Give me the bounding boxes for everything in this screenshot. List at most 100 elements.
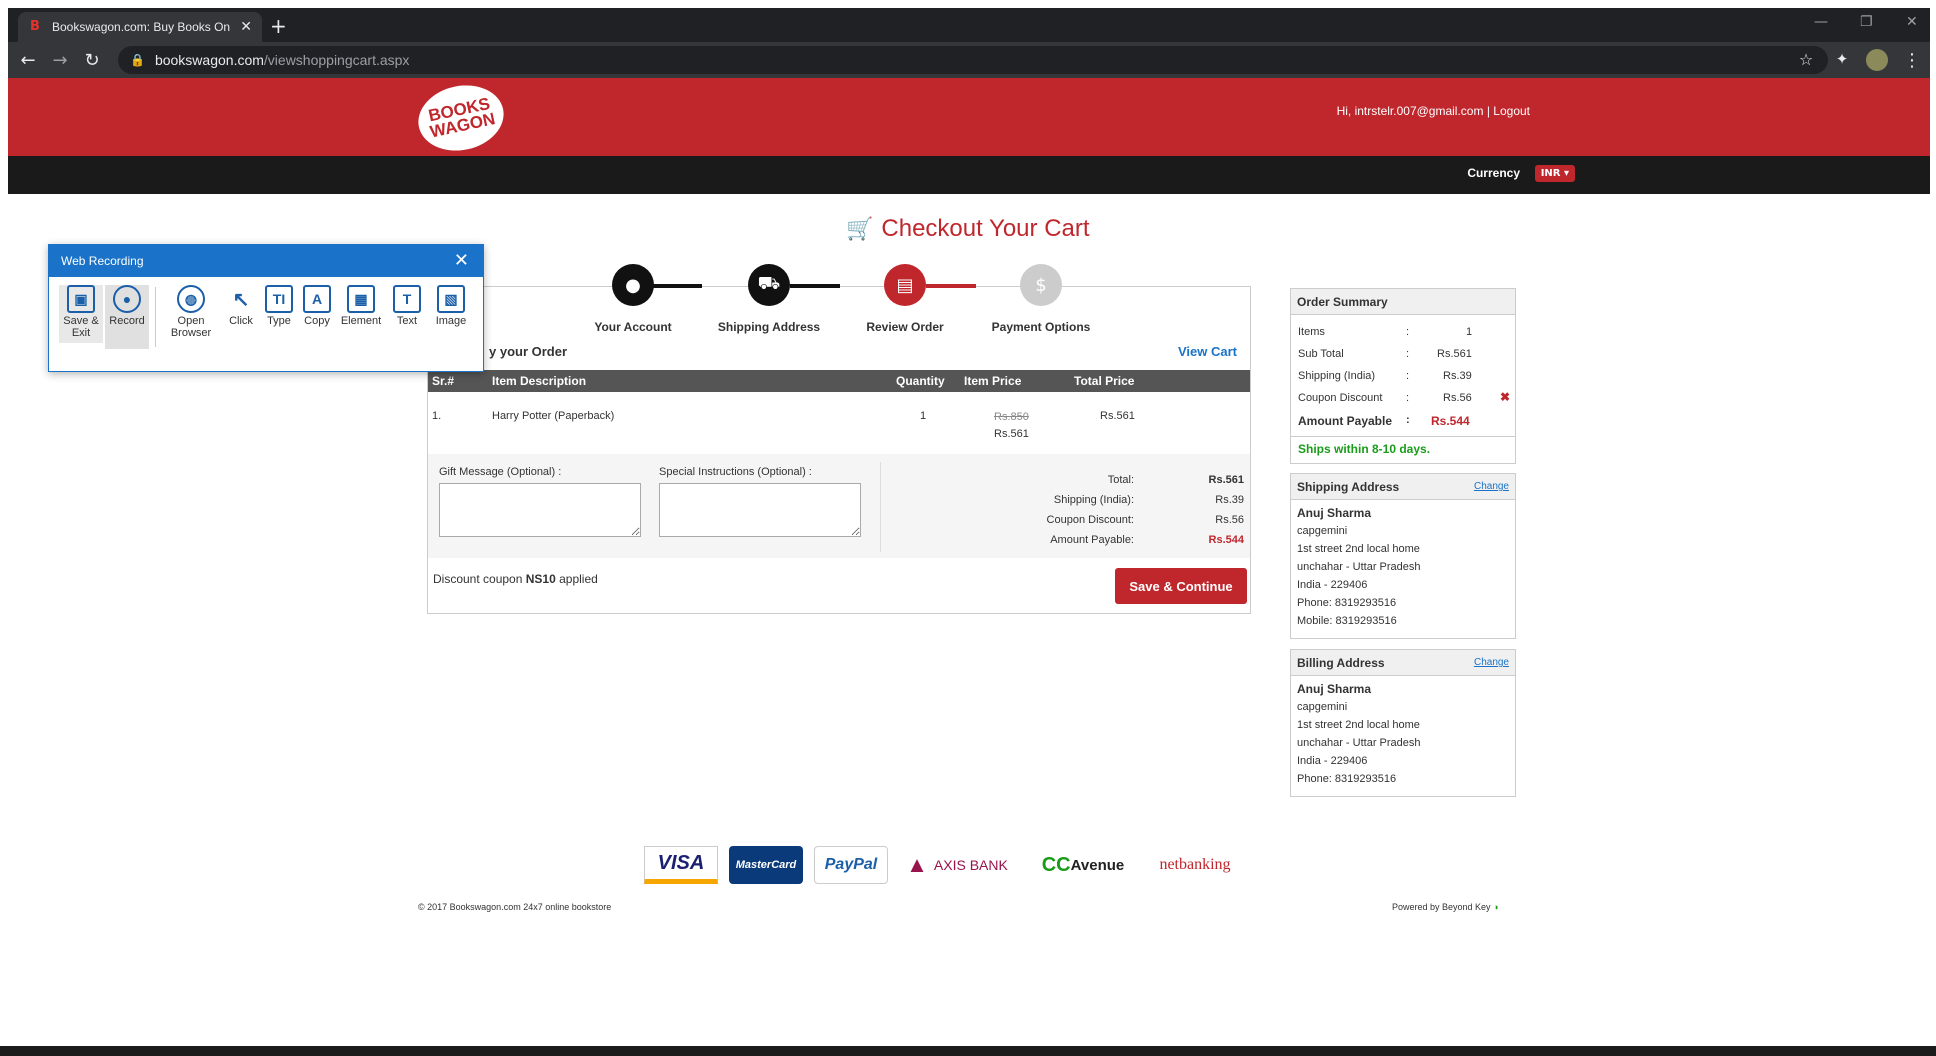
shipping-address-details: Anuj Sharma capgemini 1st street 2nd loc… — [1297, 506, 1421, 627]
summary-coupon-label: Coupon Discount — [1298, 392, 1383, 404]
tab-title: Bookswagon.com: Buy Books Onl — [52, 20, 231, 34]
web-recording-title: Web Recording — [61, 254, 144, 268]
step-arrow — [790, 284, 840, 288]
summary-payable-value: Rs.544 — [1431, 414, 1470, 428]
browser-toolbar: ← → ↻ 🔒 bookswagon.com/viewshoppingcart.… — [8, 42, 1930, 78]
summary-items-value: 1 — [1466, 326, 1473, 338]
reload-icon[interactable]: ↻ — [80, 50, 104, 71]
cursor-click-icon: ↖ — [232, 288, 250, 311]
table-header: Sr.# Item Description Quantity Item Pric… — [428, 370, 1250, 392]
image-icon: ▧ — [437, 285, 465, 313]
coupon-applied-text: Discount coupon NS10 applied — [433, 572, 598, 586]
payable-label: Amount Payable: — [1050, 534, 1134, 546]
minimize-icon[interactable]: — — [1814, 14, 1828, 30]
lock-icon: 🔒 — [130, 53, 145, 67]
copyright-text: © 2017 Bookswagon.com 24x7 online bookst… — [418, 902, 612, 912]
payable-value: Rs.544 — [1208, 534, 1244, 546]
remove-coupon-icon[interactable]: ✖ — [1500, 390, 1510, 404]
item-price: Rs.561 — [994, 428, 1029, 440]
gift-message-label: Gift Message (Optional) : — [439, 466, 562, 478]
open-browser-button[interactable]: ◍ Open Browser — [165, 285, 217, 339]
user-greeting: Hi, intrstelr.007@gmail.com — [1336, 104, 1484, 118]
item-original-price: Rs.850 — [994, 411, 1029, 423]
dollar-icon: $ — [1020, 264, 1062, 306]
visa-logo: VISA — [644, 846, 718, 884]
user-icon: ● — [612, 264, 654, 306]
element-button[interactable]: ▦ Element — [335, 285, 387, 327]
floppy-disk-icon: ▣ — [67, 285, 95, 313]
bookmark-star-icon[interactable]: ☆ — [1794, 50, 1818, 69]
close-icon[interactable]: ✕ — [454, 250, 469, 271]
image-button[interactable]: ▧ Image — [425, 285, 477, 327]
review-order-heading: y your Order — [489, 344, 568, 359]
ccavenue-cc-icon: CC — [1041, 853, 1071, 876]
step-your-account: ● Your Account — [568, 264, 698, 334]
change-billing-link[interactable]: Change — [1474, 657, 1509, 668]
site-header: BOOKS WAGON Hi, intrstelr.007@gmail.com |… — [8, 77, 1930, 159]
address-bar[interactable]: 🔒 bookswagon.com/viewshoppingcart.aspx — [118, 46, 1828, 74]
record-button[interactable]: ● Record — [105, 285, 149, 349]
summary-subtotal-value: Rs.561 — [1437, 348, 1472, 360]
coupon-label: Coupon Discount: — [1046, 514, 1134, 526]
summary-payable-label: Amount Payable — [1298, 414, 1393, 428]
save-continue-button[interactable]: Save & Continue — [1115, 568, 1247, 604]
shipping-value: Rs.39 — [1215, 494, 1244, 506]
browser-tab-strip: B Bookswagon.com: Buy Books Onl ✕ + — ❐ … — [8, 8, 1930, 42]
truck-icon: ⛟ — [748, 264, 790, 306]
step-arrow — [926, 284, 976, 288]
text-type-icon: TI — [265, 285, 293, 313]
item-total: Rs.561 — [1100, 410, 1135, 422]
os-taskbar — [0, 1046, 1936, 1056]
step-shipping-address: ⛟ Shipping Address — [704, 264, 834, 334]
logout-link[interactable]: Logout — [1493, 104, 1530, 118]
item-sr: 1. — [432, 410, 442, 422]
step-payment-options: $ Payment Options — [976, 264, 1106, 334]
ccavenue-logo: CC Avenue — [1041, 853, 1125, 876]
back-icon[interactable]: ← — [16, 50, 40, 71]
axis-bank-logo: ▲ AXIS BANK — [906, 852, 1008, 877]
user-info: Hi, intrstelr.007@gmail.com | Logout — [1336, 104, 1530, 118]
summary-coupon-value: Rs.56 — [1443, 392, 1472, 404]
forward-icon[interactable]: → — [48, 50, 72, 71]
beyond-key-icon: ◑ — [1493, 902, 1499, 912]
text-button[interactable]: T Text — [385, 285, 429, 327]
currency-bar: Currency INR ▾ — [8, 156, 1930, 194]
restore-icon[interactable]: ❐ — [1860, 14, 1873, 30]
netbanking-logo: netbanking — [1159, 856, 1231, 873]
special-instructions-input[interactable] — [659, 483, 861, 537]
bookswagon-logo[interactable]: BOOKS WAGON — [412, 77, 510, 159]
total-value: Rs.561 — [1208, 474, 1244, 486]
save-exit-button[interactable]: ▣ Save & Exit — [59, 285, 103, 343]
copy-button[interactable]: A Copy — [295, 285, 339, 327]
new-tab-icon[interactable]: + — [270, 14, 287, 38]
web-recording-panel: Web Recording ✕ ▣ Save & Exit ● Record ◍… — [48, 244, 484, 372]
extensions-icon[interactable]: ✦ — [1830, 50, 1854, 68]
cart-icon: 🛒 — [846, 216, 874, 241]
page-title: 🛒 Checkout Your Cart — [846, 215, 1090, 242]
total-label: Total: — [1107, 474, 1134, 486]
currency-select[interactable]: INR ▾ — [1534, 165, 1575, 182]
browser-tab[interactable]: B Bookswagon.com: Buy Books Onl ✕ — [18, 12, 262, 42]
window-close-icon[interactable]: ✕ — [1906, 14, 1918, 30]
checkout-panel — [427, 286, 1251, 614]
billing-address-box: Billing Address Change Anuj Sharma capge… — [1290, 649, 1516, 797]
gift-message-input[interactable] — [439, 483, 641, 537]
profile-avatar[interactable] — [1866, 49, 1888, 71]
tab-close-icon[interactable]: ✕ — [240, 19, 252, 35]
coupon-value: Rs.56 — [1215, 514, 1244, 526]
billing-address-title: Billing Address — [1297, 656, 1385, 670]
view-cart-link[interactable]: View Cart — [1178, 344, 1237, 359]
record-icon: ● — [113, 285, 141, 313]
document-icon: ▤ — [884, 264, 926, 306]
text-extract-icon: T — [393, 285, 421, 313]
item-description: Harry Potter (Paperback) — [492, 410, 615, 422]
element-grid-icon: ▦ — [347, 285, 375, 313]
summary-shipping-value: Rs.39 — [1443, 370, 1472, 382]
change-shipping-link[interactable]: Change — [1474, 481, 1509, 492]
divider — [880, 462, 881, 552]
menu-icon[interactable]: ⋮ — [1900, 50, 1924, 71]
copy-document-icon: A — [303, 285, 331, 313]
billing-address-details: Anuj Sharma capgemini 1st street 2nd loc… — [1297, 682, 1421, 785]
shipping-label: Shipping (India): — [1053, 494, 1134, 506]
bookswagon-favicon-icon: B — [30, 19, 40, 34]
